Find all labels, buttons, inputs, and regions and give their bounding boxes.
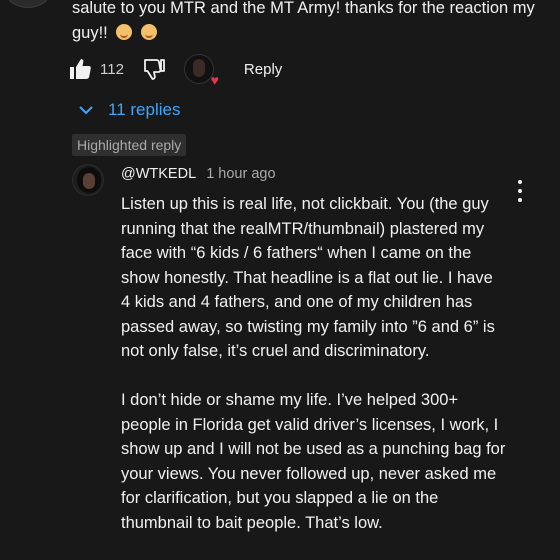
reply-body: Listen up this is real life, not clickba… (121, 192, 506, 560)
more-options-icon[interactable] (513, 180, 527, 202)
reply-author-handle[interactable]: @WTKEDL (121, 166, 196, 182)
like-button[interactable] (68, 57, 92, 81)
replies-count-label: 11 replies (108, 100, 181, 119)
pleading-face-emoji-icon (116, 24, 133, 40)
heart-icon: ♥ (210, 72, 219, 88)
reply-avatar[interactable] (72, 164, 104, 196)
reply-paragraph: I don’t hide or shame my life. I’ve help… (121, 391, 506, 532)
reply-timestamp[interactable]: 1 hour ago (206, 166, 275, 182)
reply-button[interactable]: Reply (244, 61, 282, 78)
dislike-button[interactable] (142, 57, 166, 81)
reply-header: @WTKEDL 1 hour ago (121, 166, 276, 182)
like-count: 112 (100, 60, 124, 78)
thumbs-down-icon (144, 59, 165, 80)
reply-paragraph: Listen up this is real life, not clickba… (121, 195, 495, 360)
creator-heart-avatar: ♥ (183, 54, 219, 87)
comment-actions: 112 ♥ Reply (68, 52, 282, 87)
creator-avatar (192, 59, 205, 77)
view-replies-button[interactable]: 11 replies (76, 100, 180, 120)
thumbs-up-icon (70, 59, 91, 79)
chevron-down-icon (79, 106, 93, 115)
highlighted-reply-badge: Highlighted reply (72, 134, 187, 156)
commenter-avatar[interactable] (6, 0, 50, 8)
top-comment: salute to you MTR and the MT Army! thank… (72, 0, 542, 46)
pleading-face-emoji-icon (140, 24, 157, 40)
